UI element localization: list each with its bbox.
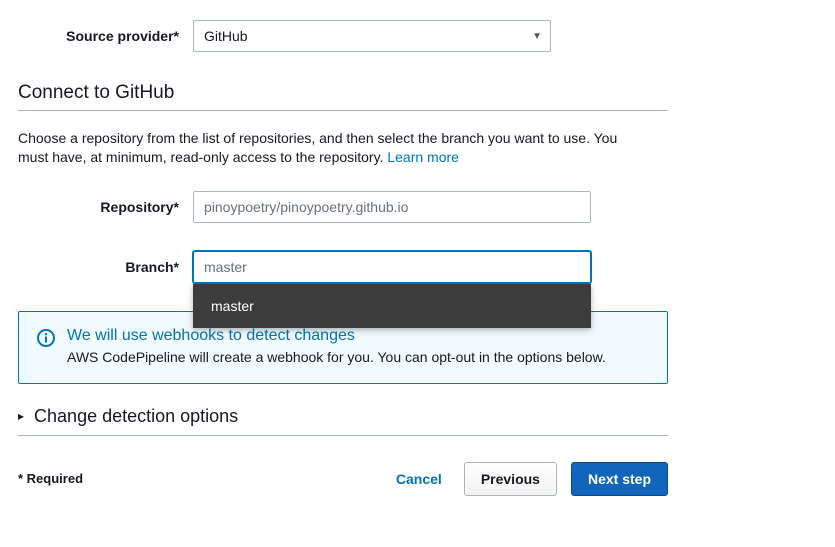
source-provider-value: GitHub (204, 28, 248, 44)
learn-more-link[interactable]: Learn more (387, 149, 459, 165)
branch-input[interactable] (193, 251, 591, 283)
required-note: * Required (18, 471, 83, 486)
info-icon (37, 329, 55, 365)
repository-input[interactable] (193, 191, 591, 223)
branch-label: Branch* (18, 259, 193, 275)
connect-section-title: Connect to GitHub (18, 82, 817, 104)
expand-divider (18, 435, 668, 436)
chevron-down-icon: ▼ (532, 31, 542, 42)
connect-description-text: Choose a repository from the list of rep… (18, 130, 617, 165)
source-provider-select[interactable]: GitHub ▼ (193, 20, 551, 52)
section-divider (18, 110, 668, 111)
next-step-button[interactable]: Next step (571, 462, 668, 496)
change-detection-expander[interactable]: ▸ Change detection options (18, 406, 817, 427)
previous-button[interactable]: Previous (464, 462, 557, 496)
connect-description: Choose a repository from the list of rep… (18, 129, 628, 167)
webhook-info-title: We will use webhooks to detect changes (67, 327, 606, 345)
branch-option-master[interactable]: master (193, 284, 591, 328)
change-detection-title: Change detection options (34, 406, 238, 427)
branch-dropdown: master (193, 284, 591, 328)
source-provider-label: Source provider* (18, 28, 193, 44)
caret-right-icon: ▸ (18, 409, 24, 423)
repository-label: Repository* (18, 199, 193, 215)
cancel-button[interactable]: Cancel (388, 465, 450, 493)
webhook-info-text: AWS CodePipeline will create a webhook f… (67, 349, 606, 365)
